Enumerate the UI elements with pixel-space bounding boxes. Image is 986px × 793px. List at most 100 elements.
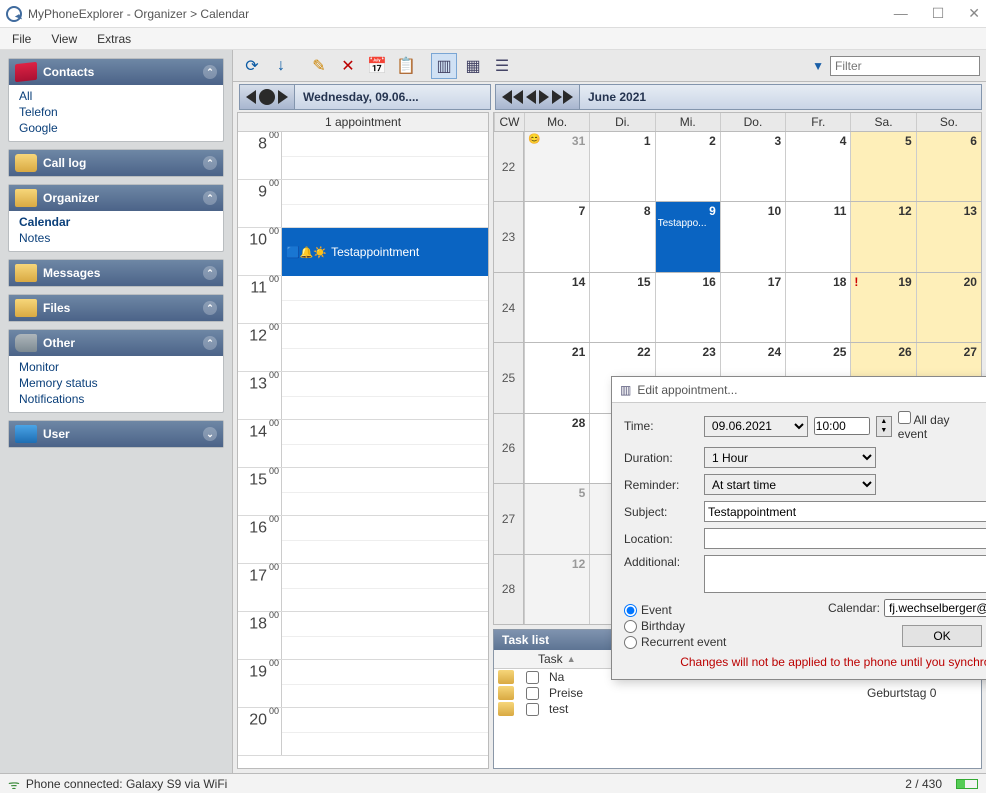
sidebar-user-header[interactable]: User ⌄: [9, 421, 223, 447]
task-checkbox[interactable]: [526, 671, 539, 684]
time-spinner[interactable]: ▲▼: [876, 416, 892, 437]
sidebar-files-header[interactable]: Files ⌃: [9, 295, 223, 321]
hour-row[interactable]: 1300: [238, 372, 488, 420]
next-day-button[interactable]: [278, 90, 288, 104]
delete-button[interactable]: ✕: [335, 53, 361, 79]
hour-row[interactable]: 900: [238, 180, 488, 228]
allday-checkbox[interactable]: [898, 411, 911, 424]
task-icon: [498, 702, 514, 716]
month-cell[interactable]: 18: [785, 273, 850, 342]
sidebar-contacts-header[interactable]: Contacts ⌃: [9, 59, 223, 85]
hour-row[interactable]: 1100: [238, 276, 488, 324]
subject-input[interactable]: [704, 501, 986, 522]
month-cell[interactable]: 11: [785, 202, 850, 271]
hour-row[interactable]: 1700: [238, 564, 488, 612]
filter-input[interactable]: [830, 56, 980, 76]
edit-button[interactable]: ✎: [306, 53, 332, 79]
month-cell[interactable]: 28: [524, 414, 589, 483]
sidebar-messages-header[interactable]: Messages ⌃: [9, 260, 223, 286]
task-row[interactable]: test: [494, 701, 981, 717]
sidebar-item-telefon[interactable]: Telefon: [19, 105, 213, 119]
appointment[interactable]: 🟦🔔☀️Testappointment: [282, 228, 488, 276]
task-checkbox[interactable]: [526, 687, 539, 700]
month-cell[interactable]: 17: [720, 273, 785, 342]
hour-row[interactable]: 1000🟦🔔☀️Testappointment: [238, 228, 488, 276]
month-cell[interactable]: 14: [524, 273, 589, 342]
sidebar-organizer-header[interactable]: Organizer ⌃: [9, 185, 223, 211]
sidebar-item-google[interactable]: Google: [19, 121, 213, 135]
menu-extras[interactable]: Extras: [89, 30, 139, 48]
prev-day-button[interactable]: [246, 90, 256, 104]
chevron-up-icon: ⌃: [203, 65, 217, 79]
hour-row[interactable]: 1600: [238, 516, 488, 564]
month-cell[interactable]: 31😊: [524, 132, 589, 201]
today-button[interactable]: [259, 89, 275, 105]
month-cell[interactable]: 16: [655, 273, 720, 342]
task-checkbox[interactable]: [526, 703, 539, 716]
sidebar-item-memory[interactable]: Memory status: [19, 376, 213, 390]
hour-row[interactable]: 2000: [238, 708, 488, 756]
sidebar-item-notifications[interactable]: Notifications: [19, 392, 213, 406]
radio-birthday[interactable]: [624, 620, 637, 633]
month-cell[interactable]: 5: [850, 132, 915, 201]
duration-select[interactable]: 1 Hour: [704, 447, 876, 468]
sidebar-item-all[interactable]: All: [19, 89, 213, 103]
prev-year-button[interactable]: [502, 90, 523, 104]
month-cell[interactable]: 5: [524, 484, 589, 553]
sidebar-calllog-header[interactable]: Call log ⌃: [9, 150, 223, 176]
month-cell[interactable]: 4: [785, 132, 850, 201]
month-cell[interactable]: 8: [589, 202, 654, 271]
view-list-button[interactable]: ☰: [489, 53, 515, 79]
view-week-button[interactable]: ▦: [460, 53, 486, 79]
menu-view[interactable]: View: [43, 30, 85, 48]
month-cell[interactable]: 21: [524, 343, 589, 412]
next-month-button[interactable]: [539, 90, 549, 104]
new-task-button[interactable]: 📋: [393, 53, 419, 79]
date-field[interactable]: 09.06.2021: [704, 416, 808, 437]
maximize-button[interactable]: ☐: [932, 5, 945, 22]
month-cell[interactable]: 2: [655, 132, 720, 201]
location-input[interactable]: [704, 528, 986, 549]
sync-button[interactable]: ⟳: [239, 53, 265, 79]
hour-row[interactable]: 800: [238, 132, 488, 180]
sidebar-item-calendar[interactable]: Calendar: [19, 215, 213, 229]
view-day-button[interactable]: ▥: [431, 53, 457, 79]
close-button[interactable]: ✕: [968, 5, 980, 22]
radio-recurrent[interactable]: [624, 636, 637, 649]
hour-row[interactable]: 1800: [238, 612, 488, 660]
sidebar-item-notes[interactable]: Notes: [19, 231, 213, 245]
time-field[interactable]: [814, 417, 870, 435]
hour-row[interactable]: 1200: [238, 324, 488, 372]
day-scroll[interactable]: 8009001000🟦🔔☀️Testappointment11001200130…: [238, 132, 488, 768]
week-number: 22: [494, 132, 524, 201]
calendar-select[interactable]: fj.wechselberger@gmail: [884, 599, 986, 617]
sidebar-other-header[interactable]: Other ⌃: [9, 330, 223, 356]
additional-input[interactable]: [704, 555, 986, 593]
month-cell[interactable]: 7: [524, 202, 589, 271]
new-event-button[interactable]: 📅: [364, 53, 390, 79]
prev-month-button[interactable]: [526, 90, 536, 104]
month-cell[interactable]: 12: [524, 555, 589, 624]
hour-row[interactable]: 1500: [238, 468, 488, 516]
minimize-button[interactable]: —: [894, 5, 908, 22]
next-year-button[interactable]: [552, 90, 573, 104]
month-cell[interactable]: 10: [720, 202, 785, 271]
radio-event[interactable]: [624, 604, 637, 617]
month-cell[interactable]: 19!: [850, 273, 915, 342]
month-cell[interactable]: 9Testappo...: [655, 202, 720, 271]
month-cell[interactable]: 3: [720, 132, 785, 201]
menu-file[interactable]: File: [4, 30, 39, 48]
sidebar-item-monitor[interactable]: Monitor: [19, 360, 213, 374]
month-cell[interactable]: 15: [589, 273, 654, 342]
month-cell[interactable]: 20: [916, 273, 981, 342]
month-cell[interactable]: 1: [589, 132, 654, 201]
hour-row[interactable]: 1400: [238, 420, 488, 468]
download-button[interactable]: ↓: [268, 53, 294, 79]
hour-row[interactable]: 1900: [238, 660, 488, 708]
ok-button[interactable]: OK: [902, 625, 982, 647]
reminder-select[interactable]: At start time: [704, 474, 876, 495]
month-cell[interactable]: 12: [850, 202, 915, 271]
task-row[interactable]: PreiseGeburtstag 0: [494, 685, 981, 701]
month-cell[interactable]: 13: [916, 202, 981, 271]
month-cell[interactable]: 6: [916, 132, 981, 201]
